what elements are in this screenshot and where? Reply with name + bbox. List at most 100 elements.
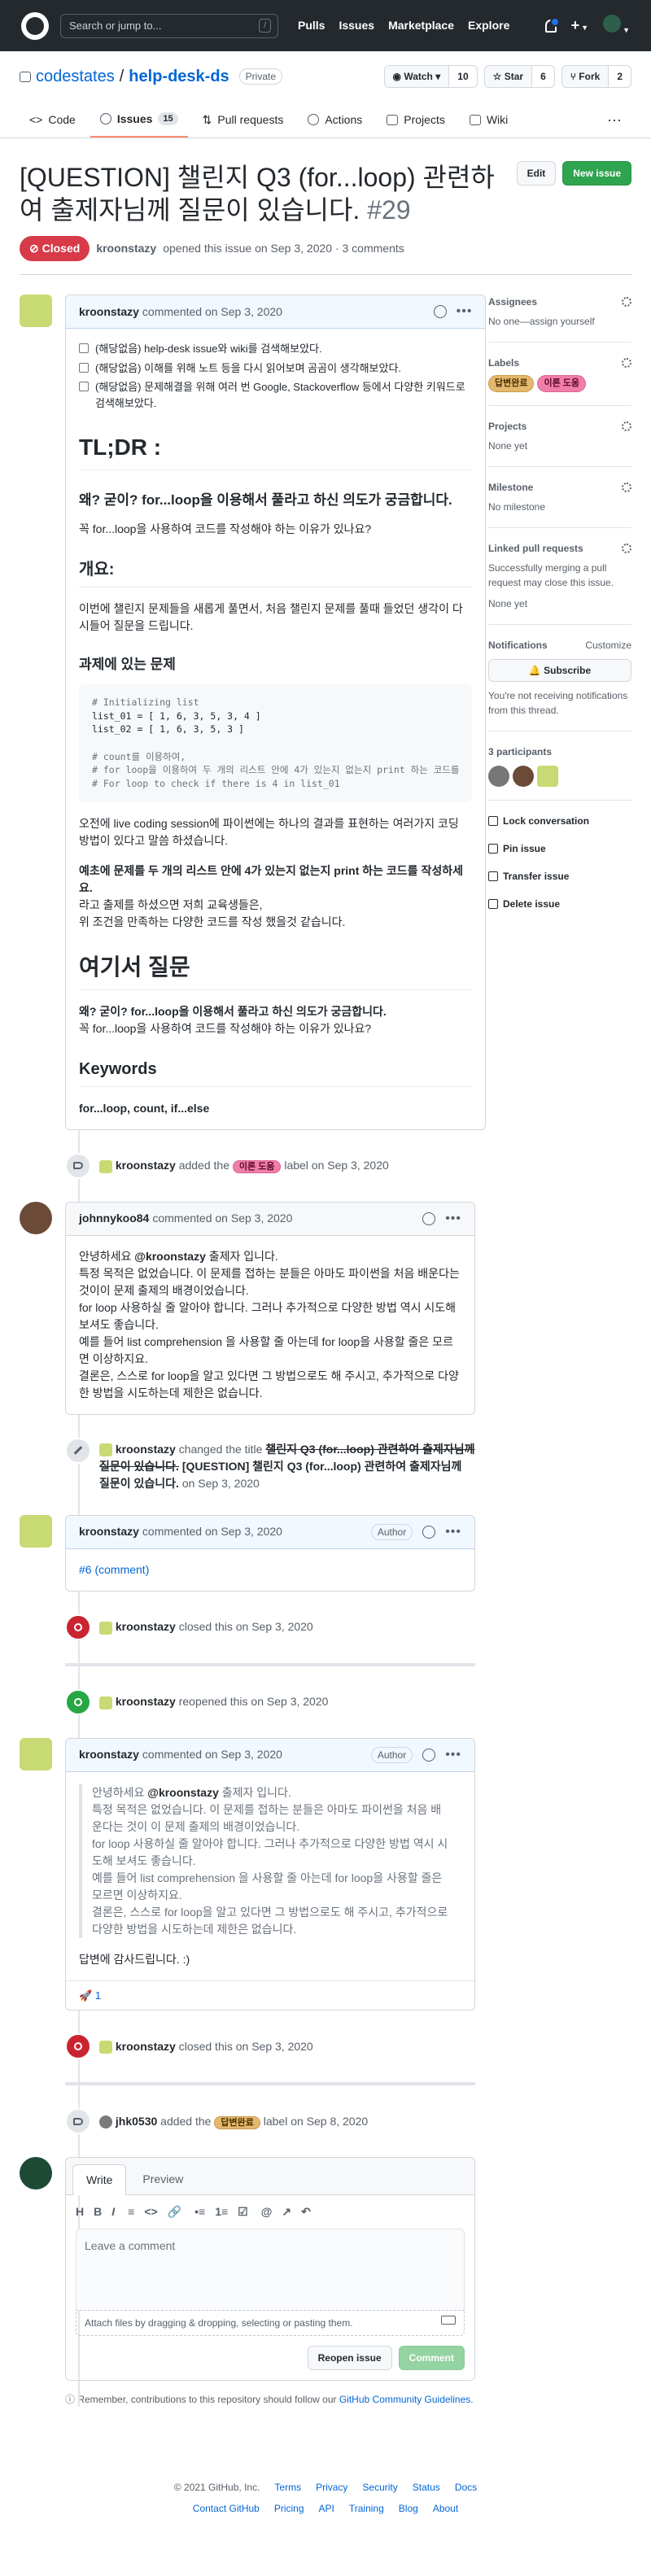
event-actor[interactable]: jhk0530 (116, 2115, 157, 2128)
kebab-menu-icon[interactable]: ••• (445, 1209, 461, 1229)
cross-reference-icon[interactable]: ↗ (282, 2203, 291, 2220)
comment-author[interactable]: kroonstazy (79, 1746, 139, 1763)
checkbox[interactable] (79, 343, 89, 353)
label-badge[interactable]: 답변완료 (214, 2115, 260, 2129)
github-logo-icon[interactable] (21, 11, 49, 40)
avatar[interactable] (99, 1159, 112, 1173)
footer-link-contact[interactable]: Contact GitHub (193, 2501, 260, 2516)
gear-icon[interactable] (622, 358, 631, 368)
assignees-text[interactable]: No one—assign yourself (488, 314, 631, 329)
footer-link-terms[interactable]: Terms (274, 2480, 301, 2495)
footer-link-blog[interactable]: Blog (399, 2501, 418, 2516)
avatar[interactable] (99, 1696, 112, 1709)
unordered-list-icon[interactable]: •≡ (194, 2203, 205, 2220)
bell-icon[interactable] (544, 16, 560, 33)
reaction-button[interactable]: 🚀 1 (66, 1980, 474, 2011)
nav-explore[interactable]: Explore (468, 17, 509, 34)
guidelines-link[interactable]: GitHub Community Guidelines. (339, 2394, 474, 2405)
kebab-menu-icon[interactable]: ••• (445, 1745, 461, 1765)
comment-button[interactable]: Comment (398, 2346, 465, 2371)
user-menu[interactable]: ▼ (603, 14, 630, 37)
fork-count[interactable]: 2 (609, 69, 631, 84)
user-mention[interactable]: @kroonstazy (134, 1250, 206, 1263)
tab-issues[interactable]: Issues 15 (90, 102, 188, 138)
code-icon[interactable]: <> (144, 2203, 157, 2220)
kebab-menu-icon[interactable]: ••• (445, 1522, 461, 1542)
smiley-icon[interactable] (433, 305, 447, 318)
footer-link-api[interactable]: API (319, 2501, 334, 2516)
heading-icon[interactable]: H (76, 2203, 84, 2220)
smiley-icon[interactable] (422, 1748, 436, 1762)
italic-icon[interactable]: I (111, 2203, 115, 2220)
comment-author[interactable]: kroonstazy (79, 303, 139, 321)
star-button[interactable]: ☆ Star 6 (483, 65, 555, 88)
footer-link-pricing[interactable]: Pricing (274, 2501, 304, 2516)
nav-issues[interactable]: Issues (339, 17, 374, 34)
comment-meta[interactable]: commented on Sep 3, 2020 (152, 1210, 292, 1227)
user-mention[interactable]: @kroonstazy (147, 1786, 219, 1799)
new-issue-button[interactable]: New issue (562, 161, 631, 186)
tab-pull-requests[interactable]: ⇅ Pull requests (193, 102, 294, 138)
tab-write[interactable]: Write (72, 2164, 127, 2196)
avatar[interactable] (99, 2115, 112, 2128)
footer-link-about[interactable]: About (433, 2501, 458, 2516)
event-actor[interactable]: kroonstazy (116, 1620, 176, 1633)
footer-link-security[interactable]: Security (362, 2480, 397, 2495)
comment-textarea[interactable]: Leave a comment (76, 2229, 465, 2311)
quote-icon[interactable]: ≡ (128, 2203, 134, 2220)
task-list-icon[interactable]: ☑ (238, 2203, 248, 2220)
nav-pulls[interactable]: Pulls (298, 17, 325, 34)
subscribe-button[interactable]: 🔔 Subscribe (488, 658, 631, 682)
nav-marketplace[interactable]: Marketplace (388, 17, 454, 34)
issue-author-link[interactable]: kroonstazy (96, 240, 156, 257)
search-input[interactable]: Search or jump to... / (60, 13, 278, 38)
link-icon[interactable]: 🔗 (168, 2203, 181, 2220)
comment-link[interactable]: #6 (comment) (79, 1563, 149, 1576)
watch-button[interactable]: ◉ Watch ▾ 10 (383, 65, 478, 88)
avatar[interactable] (20, 295, 52, 327)
gear-icon[interactable] (622, 297, 631, 307)
fork-button[interactable]: ⑂ Fork 2 (561, 65, 631, 88)
footer-link-docs[interactable]: Docs (455, 2480, 477, 2495)
more-tabs-button[interactable]: ··· (597, 102, 631, 138)
kebab-menu-icon[interactable]: ••• (457, 302, 473, 321)
smiley-icon[interactable] (422, 1525, 436, 1539)
lock-conversation-button[interactable]: Lock conversation (488, 807, 631, 835)
tab-projects[interactable]: Projects (377, 102, 455, 138)
avatar[interactable] (20, 1737, 52, 1770)
watch-count[interactable]: 10 (449, 69, 476, 84)
avatar[interactable] (99, 1621, 112, 1635)
checkbox[interactable] (79, 362, 89, 373)
gear-icon[interactable] (622, 482, 631, 492)
bold-icon[interactable]: B (94, 2203, 102, 2220)
mention-icon[interactable]: @ (261, 2203, 273, 2220)
gear-icon[interactable] (622, 421, 631, 431)
markdown-icon[interactable] (441, 2316, 456, 2325)
tab-wiki[interactable]: Wiki (460, 102, 518, 138)
comment-meta[interactable]: commented on Sep 3, 2020 (142, 303, 282, 321)
reopen-issue-button[interactable]: Reopen issue (307, 2346, 392, 2371)
repo-owner-link[interactable]: codestates (36, 64, 115, 89)
tab-actions[interactable]: Actions (298, 102, 372, 138)
avatar[interactable] (537, 765, 558, 787)
event-actor[interactable]: kroonstazy (116, 2040, 176, 2053)
repo-name-link[interactable]: help-desk-ds (129, 64, 229, 89)
avatar[interactable] (20, 1514, 52, 1548)
avatar[interactable] (513, 765, 534, 787)
smiley-icon[interactable] (422, 1212, 436, 1225)
event-actor[interactable]: kroonstazy (116, 1159, 176, 1172)
event-actor[interactable]: kroonstazy (116, 1443, 176, 1456)
transfer-issue-button[interactable]: Transfer issue (488, 862, 631, 890)
avatar[interactable] (20, 2157, 52, 2190)
avatar[interactable] (20, 1201, 52, 1234)
edit-title-button[interactable]: Edit (516, 161, 557, 186)
footer-link-status[interactable]: Status (413, 2480, 440, 2495)
create-new-menu[interactable]: + ▼ (571, 15, 588, 37)
comment-meta[interactable]: commented on Sep 3, 2020 (142, 1746, 282, 1763)
tab-preview[interactable]: Preview (129, 2164, 196, 2194)
ordered-list-icon[interactable]: 1≡ (215, 2203, 228, 2220)
comment-author[interactable]: johnnykoo84 (79, 1210, 149, 1227)
tab-code[interactable]: <> Code (20, 102, 85, 138)
label-badge[interactable]: 답변완료 (488, 375, 535, 392)
gear-icon[interactable] (622, 543, 631, 553)
